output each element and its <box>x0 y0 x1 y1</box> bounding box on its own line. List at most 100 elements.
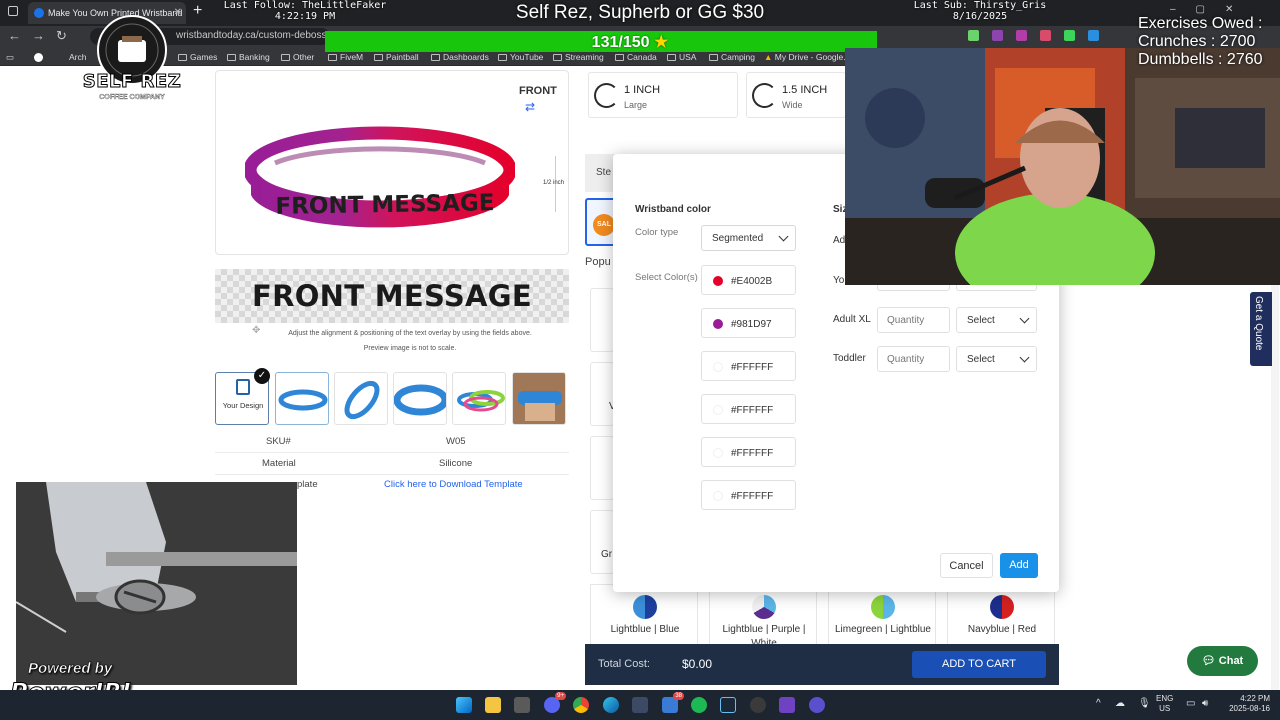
volume-icon[interactable]: 🔊︎ <box>1202 698 1208 709</box>
sale-badge: SAL <box>593 214 615 236</box>
bookmark-label: Dashboards <box>443 52 489 62</box>
color-option-card[interactable] <box>590 288 614 352</box>
reload-icon[interactable]: ↻ <box>56 28 67 44</box>
extension-icon[interactable] <box>1088 30 1099 41</box>
bookmark-folder-dashboards[interactable]: Dashboards <box>431 52 489 62</box>
color-field-2[interactable]: #981D97 <box>701 308 796 338</box>
wristband-thumb-image <box>394 384 446 416</box>
outlook-icon[interactable]: 38 <box>662 692 684 713</box>
tab-actions-icon[interactable] <box>8 6 18 16</box>
toddler-select[interactable]: Select <box>956 346 1037 372</box>
bookmark-folder-streaming[interactable]: Streaming <box>553 52 604 62</box>
color-option-card[interactable]: V <box>590 362 616 426</box>
color-field-4[interactable]: #FFFFFF <box>701 394 796 424</box>
cancel-button[interactable]: Cancel <box>940 553 993 578</box>
file-explorer-icon[interactable] <box>485 697 501 713</box>
adult-xl-select[interactable]: Select <box>956 307 1037 333</box>
download-template-link[interactable]: Click here to Download Template <box>384 479 523 490</box>
color-field-3[interactable]: #FFFFFF <box>701 351 796 381</box>
crunches-count: Crunches : 2700 <box>1138 33 1256 50</box>
language-indicator[interactable]: ENG US <box>1156 694 1173 714</box>
thumbnail-band-4[interactable] <box>452 372 506 425</box>
color-type-select[interactable]: Segmented <box>701 225 796 251</box>
color-field-6[interactable]: #FFFFFF <box>701 480 796 510</box>
printer-camera <box>16 482 297 685</box>
extension-icon[interactable] <box>992 30 1003 41</box>
size-option-1-inch[interactable]: 1 INCH Large <box>588 72 738 118</box>
swatch-lightblue-purple-white[interactable]: Lightblue | Purple | White <box>709 584 817 649</box>
size-row-label: Yo <box>833 275 845 286</box>
thumbnail-band-2[interactable] <box>334 372 388 425</box>
color-option-card[interactable]: Gr <box>590 510 614 574</box>
sku-label: SKU# <box>266 436 291 447</box>
bookmark-label: FiveM <box>340 52 364 62</box>
size-option-1-5-inch[interactable]: 1.5 INCH Wide <box>746 72 846 118</box>
bookmark-folder-canada[interactable]: Canada <box>615 52 657 62</box>
region-code: US <box>1159 704 1171 713</box>
swatch-limegreen-lightblue[interactable]: Limegreen | Lightblue <box>828 584 936 646</box>
steam-icon[interactable] <box>720 697 736 713</box>
extension-icon[interactable] <box>1040 30 1051 41</box>
spec-divider <box>215 452 569 453</box>
swatch-lightblue-blue[interactable]: Lightblue | Blue <box>590 584 698 646</box>
add-button[interactable]: Add <box>1000 553 1038 578</box>
band-front-message: FRONT MESSAGE <box>275 190 495 220</box>
last-follow-overlay: Last Follow: TheLittleFaker 4:22:19 PM <box>210 0 400 22</box>
tray-overflow-icon[interactable]: ^ <box>1096 698 1101 709</box>
back-icon[interactable]: ← <box>8 28 21 43</box>
swatch-navyblue-red[interactable]: Navyblue | Red <box>947 584 1055 646</box>
microphone-icon[interactable]: 🎙︎ <box>1138 698 1151 709</box>
spotify-icon[interactable] <box>691 697 707 713</box>
edge-icon[interactable] <box>603 697 619 713</box>
bookmark-label: USA <box>679 52 697 62</box>
thumbnail-band-5[interactable] <box>512 372 566 425</box>
bookmark-folder-paintball[interactable]: Paintball <box>374 52 419 62</box>
toddler-quantity-input[interactable]: Quantity <box>877 346 950 372</box>
calculator-icon[interactable] <box>514 697 530 713</box>
onedrive-icon[interactable]: ☁ <box>1115 698 1125 709</box>
total-cost-value: $0.00 <box>682 657 713 671</box>
system-clock[interactable]: 4:22 PM 2025-08-16 <box>1220 694 1270 714</box>
dumbbells-count: Dumbbells : 2760 <box>1138 51 1263 68</box>
color-hex: #FFFFFF <box>731 448 774 459</box>
app-icon[interactable] <box>632 697 648 713</box>
discord-icon[interactable]: 9+ <box>544 692 566 713</box>
get-a-quote-tab[interactable]: Get a Quote <box>1250 292 1272 366</box>
obs-icon[interactable] <box>809 697 825 713</box>
chat-button[interactable]: 💬︎ Chat <box>1187 646 1258 676</box>
goal-progress-text: 131/150 ★ <box>325 32 935 52</box>
color-hex: #FFFFFF <box>731 491 774 502</box>
rotate-icon[interactable]: ⇄ <box>525 100 535 114</box>
thumbnail-band-3[interactable] <box>393 372 447 425</box>
bookmark-folder-usa[interactable]: USA <box>667 52 696 62</box>
bookmark-my-drive[interactable]: ▲ My Drive - Google... <box>764 52 850 62</box>
sku-value: W05 <box>446 436 466 447</box>
color-option-card[interactable] <box>590 436 614 500</box>
google-icon[interactable] <box>34 53 43 62</box>
adult-xl-quantity-input[interactable]: Quantity <box>877 307 950 333</box>
bookmark-folder-banking[interactable]: Banking <box>227 52 270 62</box>
app-icon[interactable] <box>750 697 766 713</box>
logo-established: EST. 2024 <box>122 103 142 108</box>
extension-icon[interactable] <box>1016 30 1027 41</box>
color-dot <box>713 448 723 458</box>
chrome-icon[interactable] <box>573 697 589 713</box>
bookmark-apps-icon[interactable]: ▭ <box>6 52 14 63</box>
start-menu-icon[interactable] <box>456 697 472 713</box>
network-icon[interactable]: ▭ <box>1186 698 1195 709</box>
add-to-cart-button[interactable]: ADD TO CART <box>912 651 1046 678</box>
color-field-5[interactable]: #FFFFFF <box>701 437 796 467</box>
thumbnail-band-1[interactable] <box>275 372 329 425</box>
color-field-1[interactable]: #E4002B <box>701 265 796 295</box>
extension-icon[interactable] <box>1064 30 1075 41</box>
bookmark-folder-camping[interactable]: Camping <box>709 52 755 62</box>
your-design-label: Your Design <box>222 401 264 410</box>
window-controls[interactable]: –▢✕ <box>1170 4 1253 15</box>
extension-icon[interactable] <box>968 30 979 41</box>
bookmark-folder-fivem[interactable]: FiveM <box>328 52 363 62</box>
bookmark-folder-youtube[interactable]: YouTube <box>498 52 543 62</box>
bookmark-folder-other[interactable]: Other <box>281 52 314 62</box>
app-icon[interactable] <box>779 697 795 713</box>
color-dot <box>713 319 723 329</box>
forward-icon[interactable]: → <box>32 28 45 43</box>
